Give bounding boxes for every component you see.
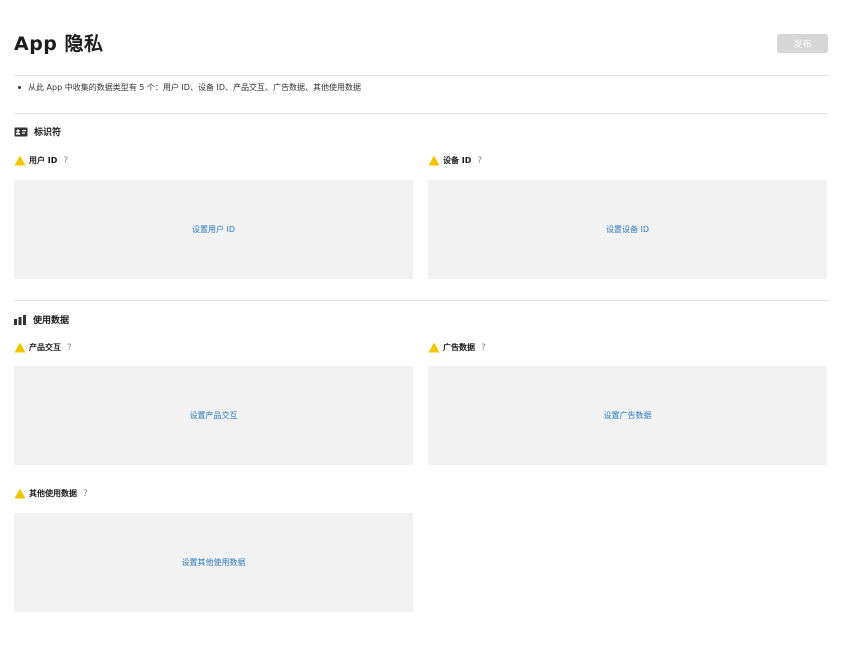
bullet-icon <box>18 86 21 89</box>
device-id-panel: 设置设备 ID <box>428 180 827 279</box>
product-interaction-panel: 设置产品交互 <box>14 366 413 465</box>
item-label-advertising-data: 广告数据 ? <box>428 342 486 353</box>
divider <box>14 300 828 301</box>
user-id-panel: 设置用户 ID <box>14 180 413 279</box>
section-heading-label: 标识符 <box>34 128 62 138</box>
set-device-id-link[interactable]: 设置设备 ID <box>606 224 649 235</box>
id-card-icon <box>14 127 28 137</box>
other-usage-panel: 设置其他使用数据 <box>14 513 413 612</box>
item-label-product-interaction: 产品交互 ? <box>14 342 72 353</box>
warning-icon <box>14 488 26 499</box>
item-label-device-id: 设备 ID ? <box>428 155 482 166</box>
section-heading-label: 使用数据 <box>33 316 70 326</box>
help-icon[interactable]: ? <box>83 489 88 499</box>
set-user-id-link[interactable]: 设置用户 ID <box>192 224 235 235</box>
help-icon[interactable]: ? <box>63 156 68 166</box>
warning-icon <box>428 155 440 166</box>
item-label-text: 设备 ID <box>443 156 472 165</box>
divider <box>14 75 828 76</box>
item-label-user-id: 用户 ID ? <box>14 155 68 166</box>
publish-button[interactable]: 发布 <box>777 34 828 53</box>
set-advertising-data-link[interactable]: 设置广告数据 <box>604 410 652 421</box>
warning-icon <box>14 155 26 166</box>
item-label-text: 产品交互 <box>29 343 61 352</box>
help-icon[interactable]: ? <box>481 343 486 353</box>
item-label-text: 用户 ID <box>29 156 58 165</box>
set-product-interaction-link[interactable]: 设置产品交互 <box>190 410 238 421</box>
app-privacy-page: App 隐私 发布 从此 App 中收集的数据类型有 5 个：用户 ID、设备 … <box>0 0 857 645</box>
section-heading-identifiers: 标识符 <box>14 125 61 138</box>
advertising-data-panel: 设置广告数据 <box>428 366 827 465</box>
bar-chart-icon <box>14 314 27 325</box>
section-heading-usage: 使用数据 <box>14 313 69 326</box>
warning-icon <box>14 342 26 353</box>
summary-text: 从此 App 中收集的数据类型有 5 个：用户 ID、设备 ID、产品交互、广告… <box>28 83 362 92</box>
item-label-text: 广告数据 <box>443 343 475 352</box>
data-types-summary: 从此 App 中收集的数据类型有 5 个：用户 ID、设备 ID、产品交互、广告… <box>18 82 361 93</box>
set-other-usage-link[interactable]: 设置其他使用数据 <box>182 557 246 568</box>
page-title: App 隐私 <box>14 33 104 55</box>
help-icon[interactable]: ? <box>67 343 72 353</box>
item-label-text: 其他使用数据 <box>29 489 77 498</box>
help-icon[interactable]: ? <box>477 156 482 166</box>
warning-icon <box>428 342 440 353</box>
divider <box>14 113 828 114</box>
item-label-other-usage: 其他使用数据 ? <box>14 488 88 499</box>
